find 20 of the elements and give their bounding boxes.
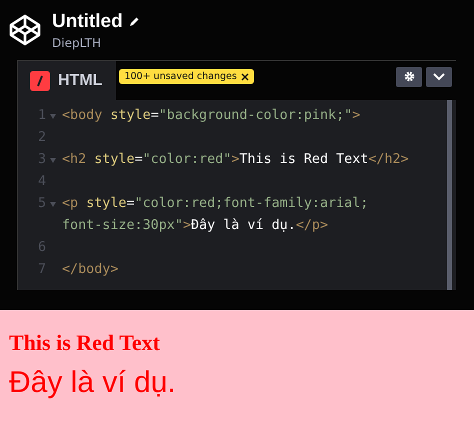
settings-button[interactable] (396, 66, 422, 86)
scrollbar[interactable] (447, 100, 452, 290)
collapse-button[interactable] (426, 66, 452, 86)
code-line: <body style="background-color:pink;"> (62, 107, 362, 125)
author-name[interactable]: DiepLTH (52, 36, 140, 50)
preview-paragraph: Đây là ví dụ. (9, 366, 177, 400)
code-line: </body> (62, 261, 120, 279)
pen-title[interactable]: Untitled (52, 10, 123, 32)
html-tab[interactable]: HTML (18, 61, 116, 100)
close-icon[interactable] (240, 72, 249, 80)
unsaved-badge[interactable]: 100+ unsaved changes (119, 69, 254, 84)
chevron-down-icon (433, 72, 445, 80)
html-logo-icon (30, 70, 50, 90)
code-line: <p style="color:red;font-family:arial; font-size:30px">Đây là ví dụ.</p> (62, 195, 370, 235)
pencil-icon[interactable] (128, 16, 140, 28)
preview-heading: This is Red Text (9, 330, 161, 356)
badge-label: 100+ unsaved changes (124, 71, 237, 82)
code-line: <h2 style="color:red">This is Red Text</h2> (62, 151, 410, 169)
logo-icon (8, 13, 42, 47)
settings-icon (404, 71, 414, 82)
